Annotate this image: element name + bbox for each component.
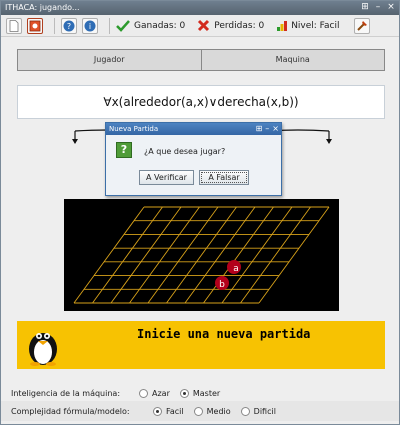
toolbar: ? i Ganadas: 0 Perdidas: 0 Nivel: Facil bbox=[1, 15, 399, 37]
grid-line bbox=[258, 206, 330, 304]
svg-text:?: ? bbox=[67, 22, 71, 31]
ai-option-master-label: Master bbox=[192, 388, 221, 398]
dialog-title: Nueva Partida bbox=[109, 125, 159, 133]
player-tab-jugador[interactable]: Jugador bbox=[17, 49, 202, 71]
grid-line bbox=[110, 206, 182, 304]
formula-display: ∀x(alrededor(a,x)∨derecha(x,b)) bbox=[17, 85, 385, 119]
dialog-question: ¿A que desea jugar? bbox=[144, 147, 226, 156]
games-won-label: Ganadas: 0 bbox=[134, 20, 186, 31]
grid-line bbox=[92, 206, 163, 304]
game-board: a b bbox=[64, 199, 339, 311]
player-tab-maquina[interactable]: Maquina bbox=[201, 49, 385, 71]
dialog-minimize-icon[interactable]: – bbox=[265, 124, 269, 134]
stop-icon bbox=[29, 20, 41, 31]
info-button[interactable]: i bbox=[82, 17, 98, 34]
games-won-stat: Ganadas: 0 bbox=[116, 19, 186, 32]
board-piece-b-label: b bbox=[219, 280, 225, 290]
complexity-option-medio-label: Medio bbox=[206, 406, 231, 416]
games-lost-label: Perdidas: 0 bbox=[214, 20, 265, 31]
toolbar-separator bbox=[109, 17, 110, 34]
tools-icon bbox=[356, 20, 367, 31]
complexity-option-facil[interactable]: Facil bbox=[153, 406, 184, 416]
ai-option-azar-label: Azar bbox=[152, 388, 170, 398]
complexity-option-medio[interactable]: Medio bbox=[193, 406, 231, 416]
grid-line bbox=[129, 206, 200, 304]
cross-icon bbox=[198, 19, 210, 32]
question-icon: ? bbox=[116, 142, 132, 158]
window-controls: ⊞ – × bbox=[360, 2, 396, 12]
level-stat: Nivel: Facil bbox=[276, 20, 340, 32]
board-piece-a[interactable]: a bbox=[227, 260, 241, 274]
window-title: ITHACA: jugando... bbox=[5, 3, 80, 12]
close-icon[interactable]: × bbox=[386, 2, 396, 12]
complexity-option-dificil[interactable]: Dificil bbox=[240, 406, 276, 416]
complexity-option-dificil-label: Dificil bbox=[253, 406, 276, 416]
complexity-label: Complejidad fórmula/modelo: bbox=[11, 406, 130, 416]
level-label: Nivel: Facil bbox=[291, 20, 340, 31]
new-game-button[interactable] bbox=[6, 17, 22, 34]
verify-button[interactable]: A Verificar bbox=[139, 170, 194, 185]
new-document-icon bbox=[9, 19, 19, 32]
complexity-row: Complejidad fórmula/modelo: Facil Medio … bbox=[1, 401, 399, 421]
minimize-icon[interactable]: – bbox=[373, 2, 383, 12]
new-game-dialog: Nueva Partida ⊞ – × ? ¿A que desea jugar… bbox=[105, 122, 282, 196]
dialog-controls: ⊞ – × bbox=[256, 124, 279, 134]
level-icon bbox=[277, 20, 288, 31]
ai-level-label: Inteligencia de la máquina: bbox=[11, 388, 121, 398]
games-lost-stat: Perdidas: 0 bbox=[197, 19, 264, 32]
status-message: Inicie una nueva partida bbox=[137, 327, 311, 341]
title-bar: ITHACA: jugando... ⊞ – × bbox=[1, 1, 399, 15]
info-icon: i bbox=[84, 20, 96, 31]
maximize-icon[interactable]: ⊞ bbox=[360, 2, 370, 12]
grid-line bbox=[221, 206, 293, 304]
app-window: ITHACA: jugando... ⊞ – × ? i Ganadas: 0 … bbox=[0, 0, 400, 425]
radio-icon[interactable] bbox=[240, 406, 250, 416]
ai-option-master[interactable]: Master bbox=[179, 388, 221, 398]
ai-level-row: Inteligencia de la máquina: Azar Master bbox=[1, 383, 399, 403]
settings-button[interactable] bbox=[353, 17, 370, 34]
stop-game-button[interactable] bbox=[27, 17, 43, 34]
ai-option-azar[interactable]: Azar bbox=[139, 388, 170, 398]
board-grid: a b bbox=[73, 206, 330, 304]
falsify-button[interactable]: A Falsar bbox=[199, 170, 249, 185]
grid-line bbox=[73, 206, 145, 304]
svg-text:i: i bbox=[89, 22, 91, 31]
help-icon: ? bbox=[63, 20, 75, 31]
grid-line bbox=[147, 206, 219, 304]
grid-line bbox=[240, 206, 311, 304]
dialog-close-icon[interactable]: × bbox=[272, 124, 279, 134]
help-button[interactable]: ? bbox=[61, 17, 77, 34]
checkmark-icon bbox=[116, 19, 130, 32]
radio-selected-icon[interactable] bbox=[153, 406, 162, 416]
toolbar-separator bbox=[54, 17, 55, 34]
penguin-icon bbox=[29, 333, 57, 366]
radio-icon[interactable] bbox=[139, 388, 148, 398]
dialog-title-bar: Nueva Partida ⊞ – × bbox=[106, 123, 281, 135]
player-bar: Jugador Maquina bbox=[17, 49, 385, 71]
grid-line bbox=[203, 206, 274, 304]
board-piece-a-label: a bbox=[233, 264, 239, 274]
dialog-maximize-icon[interactable]: ⊞ bbox=[256, 124, 263, 134]
board-piece-b[interactable]: b bbox=[215, 276, 229, 290]
complexity-option-facil-label: Facil bbox=[166, 406, 184, 416]
radio-selected-icon[interactable] bbox=[179, 388, 189, 398]
status-message-panel: Inicie una nueva partida bbox=[17, 321, 385, 369]
radio-icon[interactable] bbox=[193, 406, 203, 416]
